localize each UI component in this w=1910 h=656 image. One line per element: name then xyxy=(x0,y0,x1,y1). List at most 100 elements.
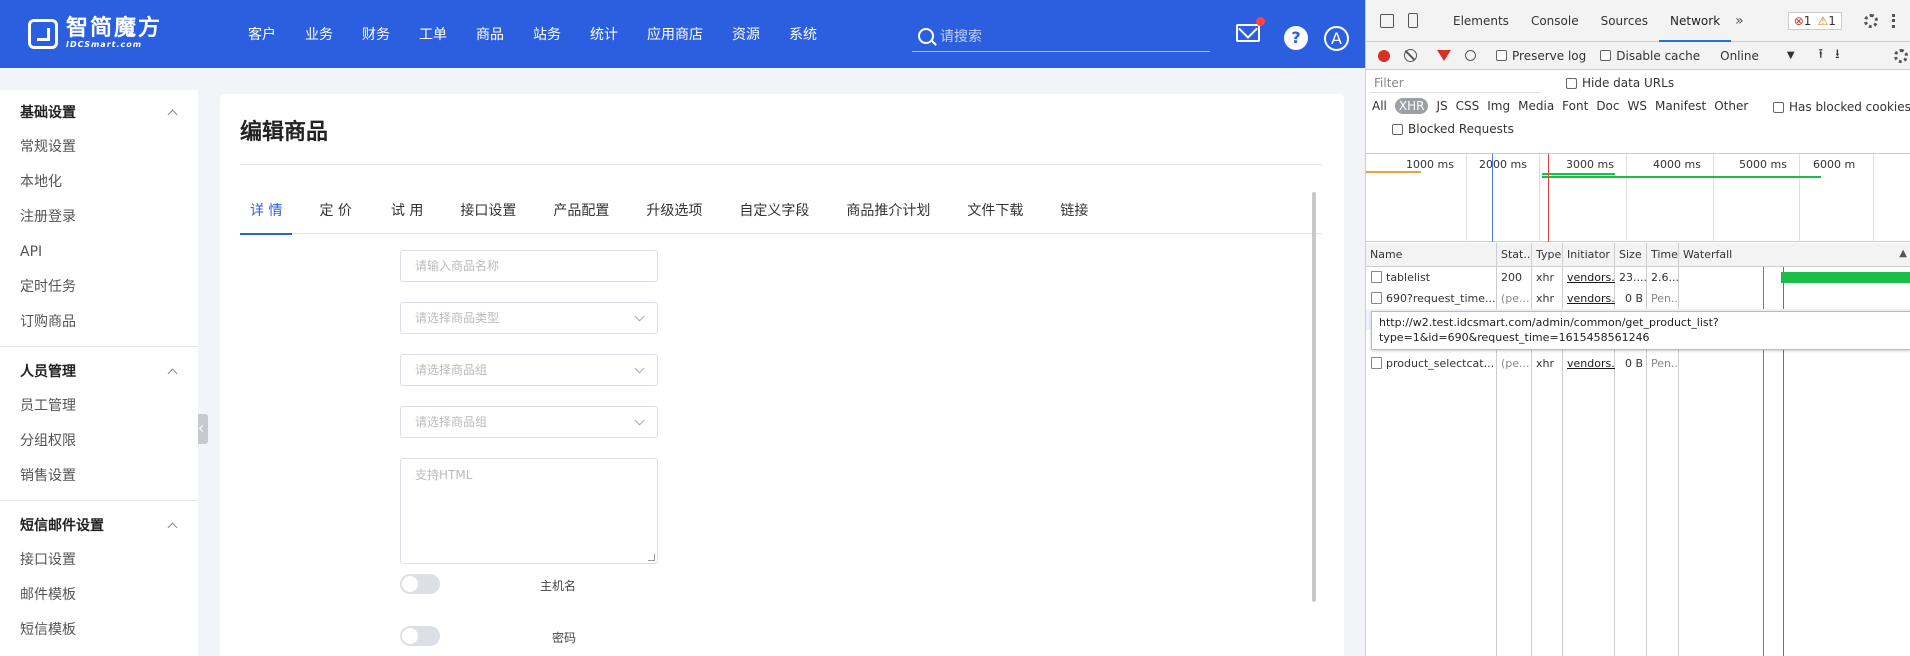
column-header[interactable]: Initiator xyxy=(1563,243,1615,267)
devtools-tab[interactable]: Network xyxy=(1659,0,1732,42)
tab-item[interactable]: 接口设置 xyxy=(460,200,516,234)
request-cell[interactable]: vendors.... xyxy=(1563,353,1615,374)
nav-item[interactable]: 客户 xyxy=(248,24,276,44)
nav-item[interactable]: 系统 xyxy=(789,24,817,44)
column-header[interactable]: Time xyxy=(1647,243,1679,267)
content-scrollbar[interactable] xyxy=(1312,192,1316,602)
help-icon[interactable]: ? xyxy=(1284,26,1308,50)
sidebar-item[interactable]: API xyxy=(0,235,198,270)
sidebar-item[interactable]: 分组权限 xyxy=(0,424,198,459)
type-filter[interactable]: CSS xyxy=(1456,99,1480,113)
request-cell[interactable]: vendors.... xyxy=(1563,267,1615,288)
throttling-dropdown-icon[interactable]: ▼ xyxy=(1787,50,1795,61)
disable-cache-checkbox[interactable]: Disable cache xyxy=(1600,49,1700,63)
toggle-switch[interactable] xyxy=(400,574,440,594)
nav-item[interactable]: 商品 xyxy=(476,24,504,44)
table-row[interactable]: 690?request_time... (pe... xhr vendors.... 0… xyxy=(1366,288,1910,309)
select-field[interactable]: 请选择商品类型 xyxy=(400,302,658,334)
network-settings-icon[interactable] xyxy=(1893,48,1908,63)
nav-item[interactable]: 资源 xyxy=(732,24,760,44)
export-har-icon[interactable]: ⭳ xyxy=(1835,45,1840,67)
sidebar-item[interactable]: 员工管理 xyxy=(0,389,198,424)
type-filter[interactable]: WS xyxy=(1628,99,1647,113)
nav-item[interactable]: 工单 xyxy=(419,24,447,44)
sidebar-item[interactable]: 接口设置 xyxy=(0,543,198,578)
nav-item[interactable]: 财务 xyxy=(362,24,390,44)
column-header[interactable]: Size xyxy=(1615,243,1647,267)
type-filter[interactable]: Img xyxy=(1487,99,1510,113)
tab-item[interactable]: 文件下载 xyxy=(967,200,1023,234)
nav-item[interactable]: 业务 xyxy=(305,24,333,44)
column-header[interactable]: Stat... xyxy=(1497,243,1532,267)
toggle-switch[interactable] xyxy=(400,626,440,646)
hide-data-urls-checkbox[interactable]: Hide data URLs xyxy=(1566,76,1674,90)
resize-grip-icon[interactable] xyxy=(648,554,655,561)
tab-item[interactable]: 商品推介计划 xyxy=(846,200,930,234)
select-field[interactable]: 请选择商品组 xyxy=(400,406,658,438)
column-header[interactable]: Type xyxy=(1532,243,1563,267)
select-field[interactable]: 请选择商品组 xyxy=(400,354,658,386)
blocked-requests-checkbox[interactable]: Blocked Requests xyxy=(1392,122,1514,136)
text-input[interactable]: 请输入商品名称 xyxy=(400,250,658,282)
table-row[interactable]: product_selectcat... (pe... xhr vendors....… xyxy=(1366,353,1910,374)
type-filter[interactable]: Font xyxy=(1562,99,1588,113)
tab-item[interactable]: 自定义字段 xyxy=(739,200,809,234)
sidebar-group-header[interactable]: 基础设置 xyxy=(0,94,198,130)
type-filter[interactable]: Media xyxy=(1518,99,1554,113)
import-har-icon[interactable]: ⭱ xyxy=(1819,45,1824,67)
sidebar-item[interactable]: 订购商品 xyxy=(0,305,198,340)
global-search[interactable]: 请搜索 xyxy=(912,20,1210,52)
sidebar-group-header[interactable]: 人员管理 xyxy=(0,353,198,389)
avatar[interactable]: A xyxy=(1324,26,1349,51)
sort-ascending-icon[interactable]: ▲ xyxy=(1899,248,1907,259)
tab-item[interactable]: 定 价 xyxy=(319,200,351,234)
sidebar-item[interactable]: 短信模板 xyxy=(0,613,198,648)
inspect-element-icon[interactable] xyxy=(1380,13,1394,28)
sidebar-item[interactable]: 销售设置 xyxy=(0,459,198,494)
issues-counter[interactable]: ⊗ 1 ⚠ 1 xyxy=(1787,11,1842,30)
type-filter[interactable]: Other xyxy=(1714,99,1748,113)
textarea-field[interactable]: 支持HTML xyxy=(400,458,658,564)
record-icon[interactable] xyxy=(1378,49,1390,62)
nav-item[interactable]: 统计 xyxy=(590,24,618,44)
type-filter[interactable]: Manifest xyxy=(1655,99,1706,113)
devtools-tab[interactable]: Elements xyxy=(1442,0,1520,42)
sidebar-item[interactable]: 注册登录 xyxy=(0,200,198,235)
column-header[interactable]: Waterfall xyxy=(1679,243,1910,267)
tab-item[interactable]: 详 情 xyxy=(239,200,294,235)
filter-input[interactable]: Filter xyxy=(1370,73,1540,93)
type-filter[interactable]: XHR xyxy=(1394,98,1429,114)
type-filter[interactable]: JS xyxy=(1436,99,1447,113)
search-input[interactable]: 请搜索 xyxy=(940,26,982,46)
more-options-icon[interactable] xyxy=(1891,13,1895,28)
sidebar-item[interactable]: 本地化 xyxy=(0,165,198,200)
network-overview-timeline[interactable]: 1000 ms 2000 ms 3000 ms 4000 ms 5000 ms 6000 … xyxy=(1366,154,1910,242)
devtools-tab[interactable]: Console xyxy=(1520,0,1590,42)
tab-item[interactable]: 链接 xyxy=(1060,200,1088,234)
tab-item[interactable]: 产品配置 xyxy=(553,200,609,234)
tab-item[interactable]: 升级选项 xyxy=(646,200,702,234)
sidebar-item[interactable]: 常规设置 xyxy=(0,130,198,165)
sidebar-collapse-handle[interactable] xyxy=(198,414,208,444)
settings-gear-icon[interactable] xyxy=(1863,13,1878,28)
type-filter[interactable]: All xyxy=(1372,99,1387,113)
column-header[interactable]: Name xyxy=(1366,243,1497,267)
table-row[interactable]: tablelist 200 xhr vendors.... 23.... 2.6... xyxy=(1366,267,1910,288)
sidebar-item[interactable]: 邮件模板 xyxy=(0,578,198,613)
preserve-log-checkbox[interactable]: Preserve log xyxy=(1496,49,1586,63)
nav-item[interactable]: 站务 xyxy=(533,24,561,44)
mail-icon[interactable] xyxy=(1236,17,1265,42)
sidebar-group-header[interactable]: 短信邮件设置 xyxy=(0,507,198,543)
request-cell[interactable]: vendors.... xyxy=(1563,288,1615,309)
type-filter[interactable]: Doc xyxy=(1596,99,1619,113)
chevron-up-icon[interactable] xyxy=(167,109,178,119)
chevron-up-icon[interactable] xyxy=(167,522,178,532)
tab-item[interactable]: 试 用 xyxy=(391,200,423,234)
clear-icon[interactable] xyxy=(1404,49,1417,62)
devtools-tab[interactable]: Sources xyxy=(1590,0,1659,42)
filter-icon[interactable] xyxy=(1437,50,1451,61)
chevron-up-icon[interactable] xyxy=(167,368,178,378)
sidebar-item[interactable]: 定时任务 xyxy=(0,270,198,305)
device-toolbar-icon[interactable] xyxy=(1408,13,1418,28)
more-tabs-button[interactable]: » xyxy=(1735,13,1744,29)
